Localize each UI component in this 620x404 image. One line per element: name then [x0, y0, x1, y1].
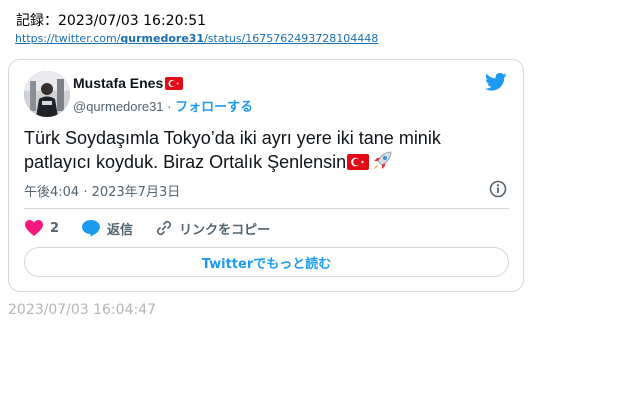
copy-link-button[interactable]: リンクをコピー [155, 219, 270, 238]
divider [24, 208, 509, 209]
archive-timestamp: 2023/07/03 16:04:47 [8, 302, 157, 318]
tweet-url-prefix: https://twitter.com/ [15, 32, 121, 45]
tweet-url-link[interactable]: https://twitter.com/qurmedore31/status/1… [15, 32, 378, 45]
like-count: 2 [50, 220, 60, 236]
twitter-bird-icon[interactable] [485, 72, 507, 92]
reply-bubble-icon [82, 220, 101, 237]
rocket-icon [374, 151, 392, 169]
read-more-button[interactable]: Twitterでもっと読む [24, 247, 509, 277]
reply-button[interactable]: 返信 [81, 219, 133, 238]
tweet-timestamp[interactable]: 午後4:04 · 2023年7月3日 [24, 181, 180, 200]
embedded-tweet-card: Mustafa Enes @qurmedore31 · フォローする Türk … [8, 59, 524, 292]
tweet-actions: 2 返信 リンクをコピー [24, 218, 292, 238]
tweet-text: Türk Soydaşımla Tokyo’da iki ayrı yere i… [24, 127, 504, 174]
heart-icon [25, 220, 43, 236]
record-timestamp: 記録：2023/07/03 16:20:51 [16, 13, 207, 29]
info-icon[interactable] [489, 180, 507, 198]
author-name-text: Mustafa Enes [73, 75, 164, 91]
separator-dot: · [167, 99, 172, 114]
reply-label: 返信 [107, 222, 134, 238]
author-handle-row: @qurmedore31 · フォローする [73, 96, 253, 115]
read-more-label: Twitterでもっと読む [201, 256, 332, 272]
link-icon [156, 220, 172, 236]
turkey-flag-icon [347, 154, 370, 170]
author-name[interactable]: Mustafa Enes [73, 75, 184, 91]
author-handle[interactable]: @qurmedore31 [73, 99, 164, 114]
turkey-flag-icon [165, 76, 184, 90]
copy-link-label: リンクをコピー [179, 222, 271, 238]
like-button[interactable]: 2 [24, 219, 59, 237]
follow-button[interactable]: フォローする [175, 99, 253, 114]
tweet-url-user: qurmedore31 [120, 32, 205, 45]
tweet-url-suffix: /status/1675762493728104448 [204, 32, 379, 45]
avatar[interactable] [24, 71, 70, 117]
